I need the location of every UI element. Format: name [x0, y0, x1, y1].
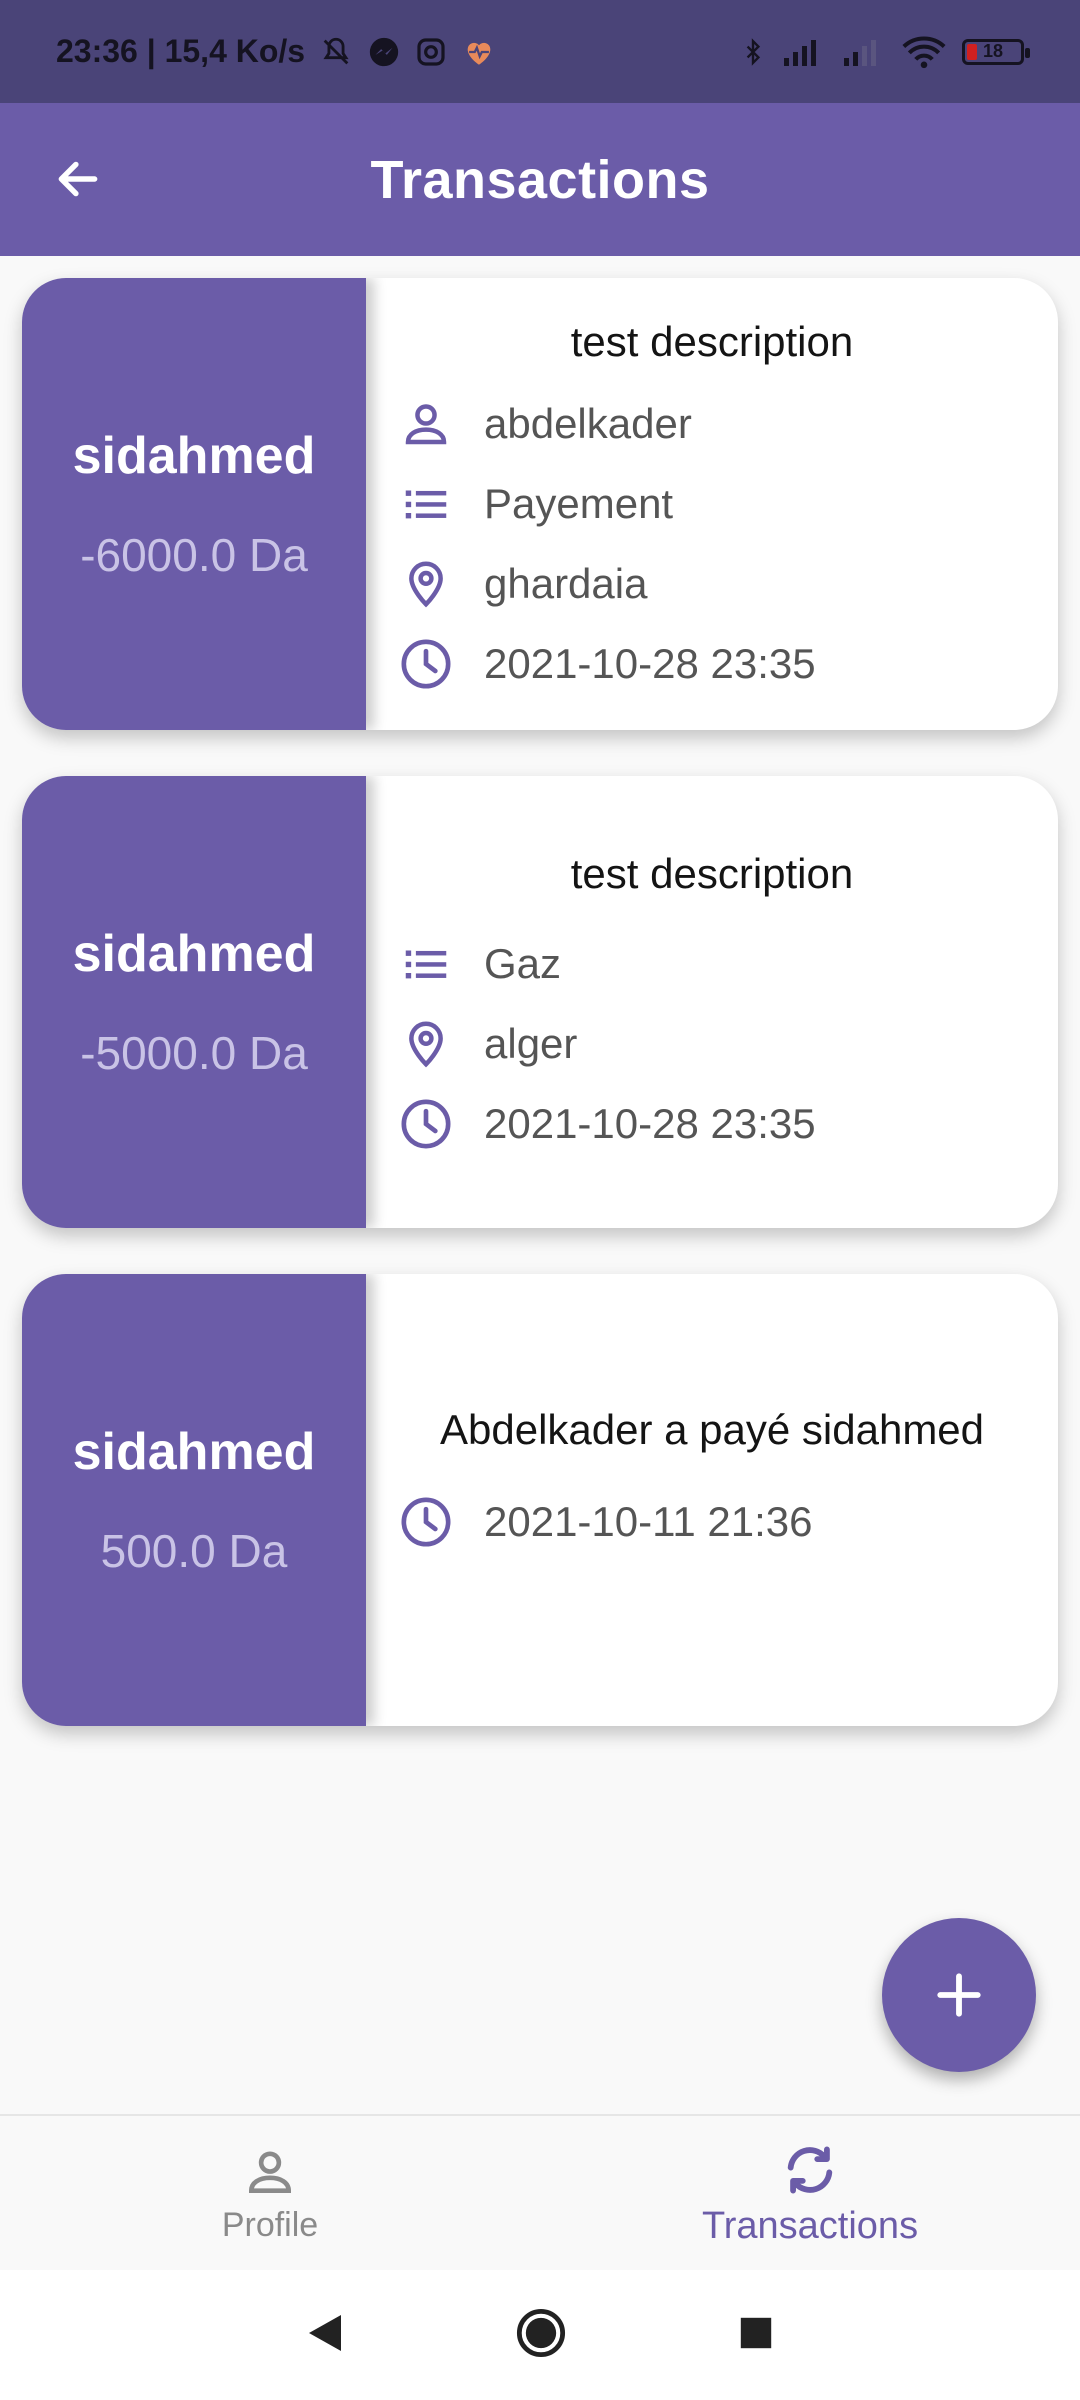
location-row: ghardaia: [396, 544, 1028, 624]
health-heart-icon: [461, 35, 497, 69]
transaction-description: Abdelkader a payé sidahmed: [439, 1406, 985, 1453]
status-time-speed: 23:36 | 15,4 Ko/s: [56, 33, 306, 69]
datetime-row: 2021-10-28 23:35: [396, 1084, 1028, 1164]
clock-icon: [396, 1094, 456, 1154]
home-circle-icon: [516, 2308, 566, 2357]
transaction-card[interactable]: sidahmed -5000.0 Da test description Gaz…: [22, 776, 1058, 1228]
list-icon: [396, 934, 456, 994]
transaction-card[interactable]: sidahmed -6000.0 Da test description abd…: [22, 278, 1058, 730]
category-row: Gaz: [396, 924, 1028, 1004]
status-right: 18: [740, 34, 1030, 70]
category-row: Payement: [396, 464, 1028, 544]
sync-icon: [787, 2146, 833, 2193]
system-recents-button[interactable]: [737, 2314, 775, 2357]
system-navigation-bar: [0, 2270, 1080, 2400]
transaction-description: test description: [570, 318, 854, 365]
datetime-row: 2021-10-28 23:35: [396, 624, 1028, 704]
transaction-datetime: 2021-10-28 23:35: [484, 1100, 816, 1147]
datetime-row: 2021-10-11 21:36: [396, 1482, 1028, 1562]
transaction-summary: sidahmed -5000.0 Da: [22, 776, 366, 1228]
nav-label-profile: Profile: [221, 2205, 319, 2244]
bell-off-icon: [319, 35, 353, 69]
arrow-left-icon: [58, 161, 98, 197]
transaction-location: ghardaia: [484, 560, 648, 607]
transaction-name: sidahmed: [72, 1423, 316, 1481]
transaction-amount: -6000.0 Da: [80, 529, 308, 581]
transaction-location: alger: [484, 1020, 578, 1067]
transaction-summary: sidahmed -6000.0 Da: [22, 278, 366, 730]
nav-label-transactions: Transactions: [701, 2204, 919, 2247]
transaction-datetime: 2021-10-28 23:35: [484, 640, 816, 687]
status-left: 23:36 | 15,4 Ko/s: [56, 33, 497, 70]
transaction-details: Abdelkader a payé sidahmed 2021-10-11 21…: [366, 1274, 1058, 1726]
nav-item-transactions[interactable]: Transactions: [540, 2116, 1080, 2272]
system-back-button[interactable]: [305, 2311, 345, 2360]
bottom-navigation: Profile Transactions: [0, 2114, 1080, 2272]
transaction-card[interactable]: sidahmed 500.0 Da Abdelkader a payé sida…: [22, 1274, 1058, 1726]
location-pin-icon: [396, 554, 456, 614]
page-title: Transactions: [370, 149, 710, 210]
transaction-category: Payement: [484, 480, 674, 527]
location-row: alger: [396, 1004, 1028, 1084]
transaction-details: test description Gaz alger 2021-10-28 23…: [366, 776, 1058, 1228]
nav-item-profile[interactable]: Profile: [0, 2116, 540, 2272]
transaction-name: sidahmed: [72, 427, 316, 485]
messenger-icon: [367, 35, 401, 69]
battery-indicator: 18: [962, 38, 1030, 65]
system-home-button[interactable]: [515, 2307, 567, 2364]
transaction-amount: 500.0 Da: [100, 1525, 288, 1577]
transaction-amount: -5000.0 Da: [80, 1027, 308, 1079]
transaction-datetime: 2021-10-11 21:36: [484, 1498, 813, 1545]
plus-icon: [937, 1973, 981, 2017]
signal-icon-1: [782, 36, 826, 68]
signal-icon-2: [842, 36, 886, 68]
person-icon: [248, 2150, 292, 2193]
back-button[interactable]: [40, 141, 116, 217]
add-transaction-button[interactable]: [882, 1918, 1036, 2072]
status-bar: 23:36 | 15,4 Ko/s 18: [0, 0, 1080, 103]
transaction-category: Gaz: [484, 940, 562, 987]
wifi-icon: [902, 35, 946, 69]
square-recents-icon: [740, 2317, 772, 2348]
battery-level: 18: [982, 41, 1004, 61]
transaction-description: test description: [570, 850, 854, 897]
clock-icon: [396, 634, 456, 694]
list-icon: [396, 474, 456, 534]
clock-icon: [396, 1492, 456, 1552]
location-pin-icon: [396, 1014, 456, 1074]
transaction-person: abdelkader: [484, 400, 692, 447]
transaction-summary: sidahmed 500.0 Da: [22, 1274, 366, 1726]
person-icon: [396, 394, 456, 454]
instagram-icon: [415, 36, 447, 68]
bluetooth-icon: [740, 34, 766, 70]
transaction-name: sidahmed: [72, 925, 316, 983]
transaction-details: test description abdelkader Payement gha…: [366, 278, 1058, 730]
triangle-back-icon: [309, 2314, 341, 2351]
person-row: abdelkader: [396, 384, 1028, 464]
app-bar: Transactions: [0, 103, 1080, 256]
